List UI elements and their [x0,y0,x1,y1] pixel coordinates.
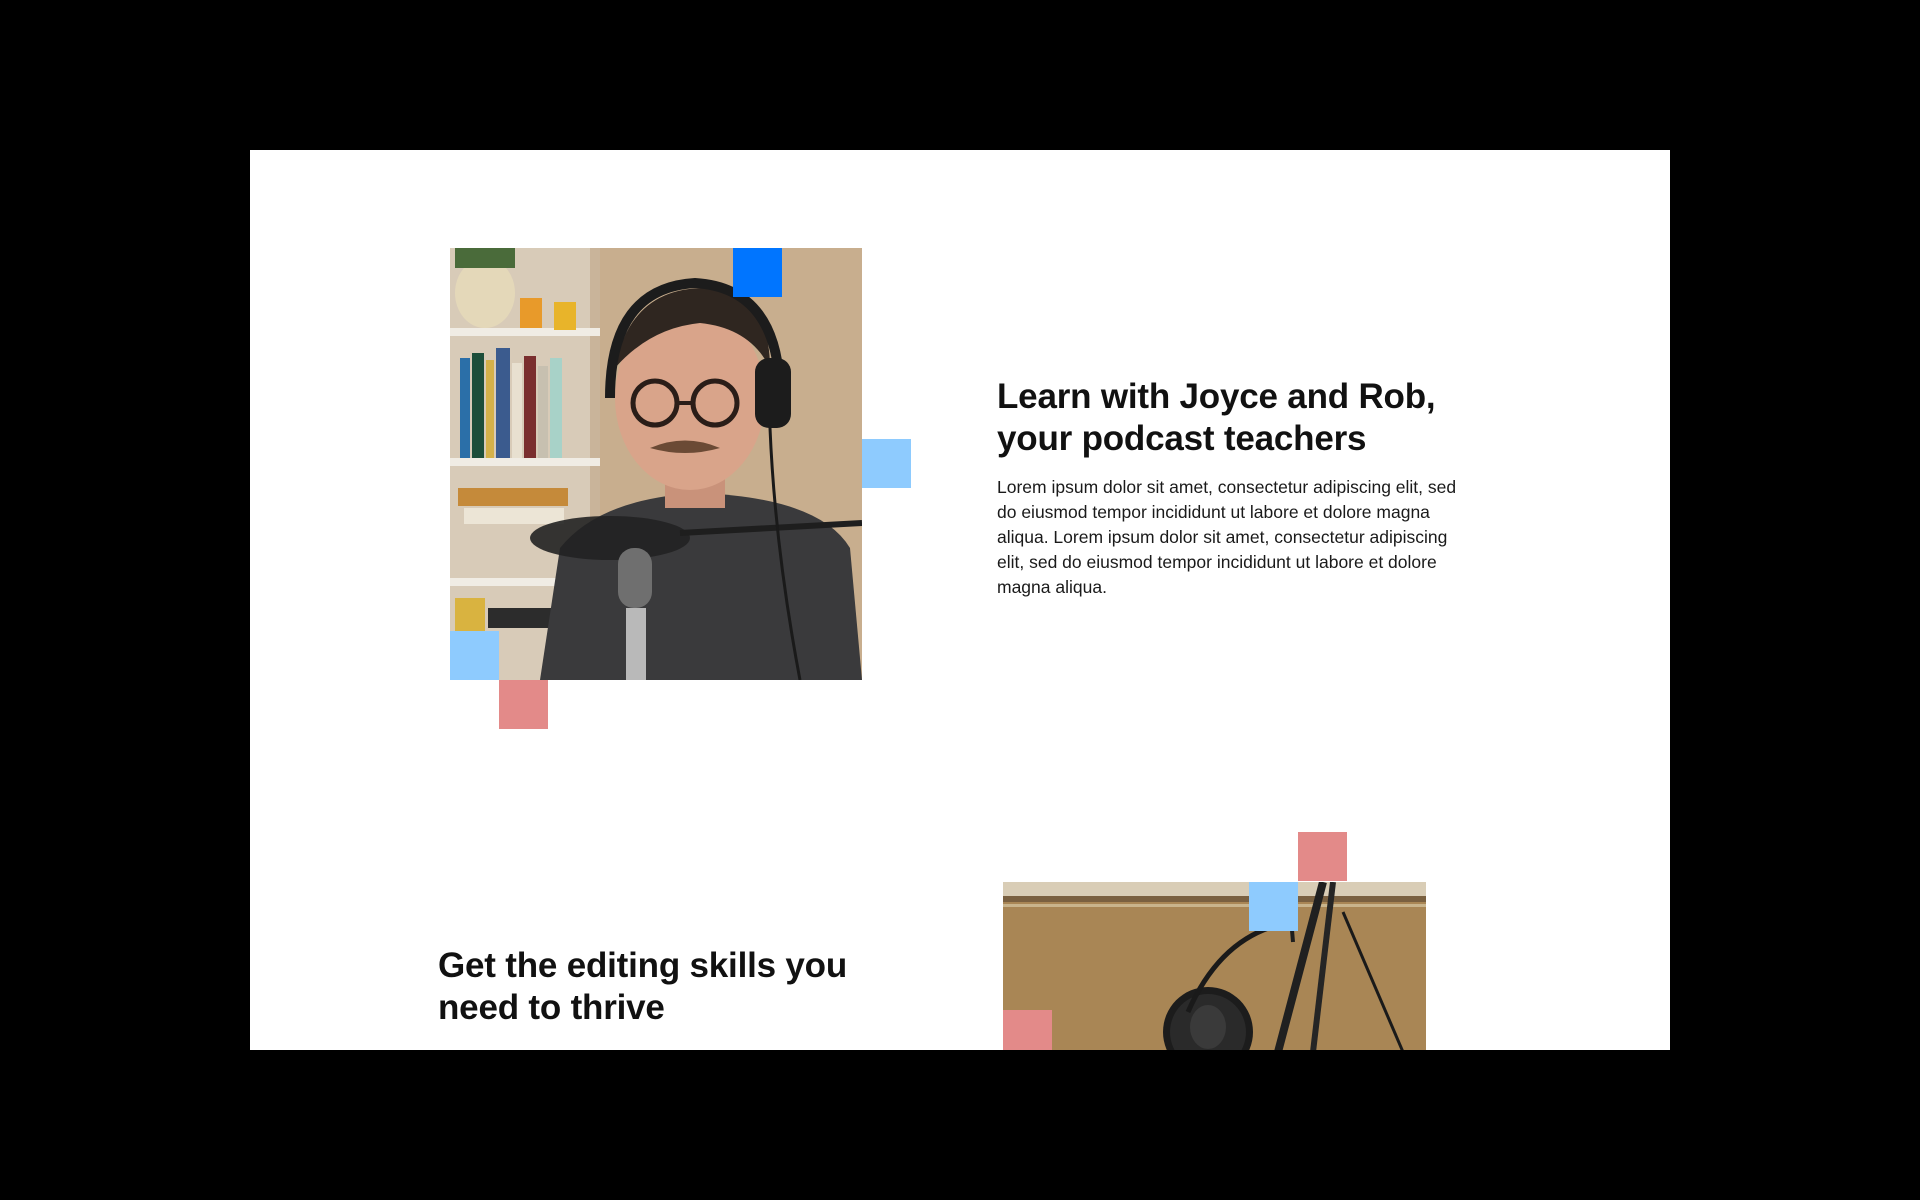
accent-square-blue [733,248,782,297]
section2-heading-line2: need to thrive [438,988,665,1027]
section2-heading: Get the editing skills you need to thriv… [438,945,958,1029]
accent-square-salmon-top [1298,832,1347,881]
section1-heading: Learn with Joyce and Rob, your podcast t… [997,376,1517,460]
accent-square-light-blue-bottom [450,631,499,680]
podcaster-photo [450,248,862,680]
section1-heading-line2: your podcast teachers [997,419,1367,458]
microphone-stand-photo [1003,882,1426,1050]
section2-heading-line1: Get the editing skills you [438,946,848,985]
landing-page: Learn with Joyce and Rob, your podcast t… [250,150,1670,1050]
accent-square-salmon-bottom [499,680,548,729]
accent-square-salmon-left [1003,1010,1052,1050]
section1-heading-line1: Learn with Joyce and Rob, [997,377,1436,416]
accent-square-light-blue-top [1249,882,1298,931]
section1-body: Lorem ipsum dolor sit amet, consectetur … [997,477,1457,597]
accent-square-light-blue-right [862,439,911,488]
